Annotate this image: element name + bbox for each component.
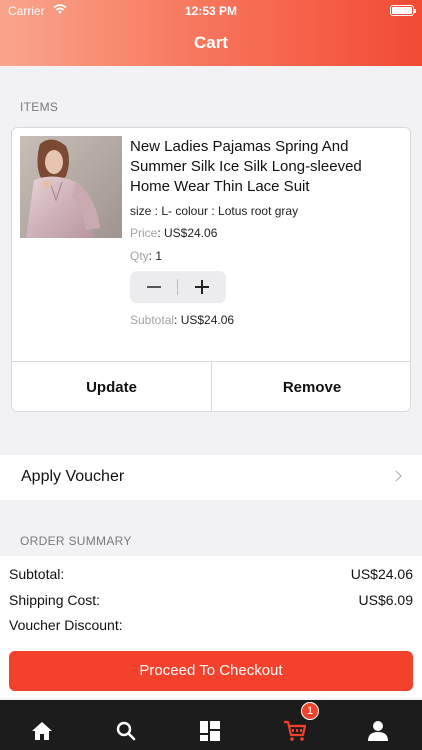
tab-search[interactable]: [84, 700, 168, 750]
apply-voucher-label: Apply Voucher: [21, 468, 125, 485]
qty-line: Qty: 1: [130, 249, 162, 263]
qty-value: : 1: [148, 249, 163, 263]
item-subtotal-label: Subtotal: [130, 313, 175, 327]
profile-icon: [368, 721, 388, 741]
summary-subtotal-value: US$24.06: [350, 566, 413, 582]
home-icon: [32, 722, 52, 740]
cart-count-badge: 1: [301, 702, 319, 720]
tab-cart[interactable]: [252, 700, 336, 750]
summary-shipping-row: Shipping Cost: US$6.09: [9, 592, 413, 608]
tab-bar: [0, 700, 422, 750]
card-actions: Update Remove: [12, 361, 410, 411]
product-title[interactable]: New Ladies Pajamas Spring And Summer Sil…: [130, 137, 398, 197]
summary-voucher-row: Voucher Discount:: [9, 617, 413, 633]
nav-bar: Cart: [0, 22, 422, 66]
tab-categories[interactable]: [168, 700, 252, 750]
clock: 12:53 PM: [184, 4, 238, 18]
tab-home[interactable]: [0, 700, 84, 750]
product-image[interactable]: [20, 136, 122, 238]
decrement-button[interactable]: [130, 271, 178, 303]
status-bar: Carrier 12:53 PM: [0, 0, 422, 22]
price-label: Price: [130, 226, 158, 240]
summary-shipping-label: Shipping Cost:: [9, 592, 101, 608]
update-button[interactable]: Update: [12, 362, 212, 411]
price-line: Price: US$24.06: [130, 226, 217, 240]
increment-button[interactable]: [178, 271, 226, 303]
chevron-right-icon: [390, 470, 402, 482]
cart-item-card: New Ladies Pajamas Spring And Summer Sil…: [11, 127, 411, 412]
proceed-to-checkout-button[interactable]: Proceed To Checkout: [9, 651, 413, 691]
categories-icon: [200, 721, 220, 741]
item-subtotal-value: : US$24.06: [174, 313, 235, 327]
summary-subtotal-label: Subtotal:: [9, 566, 65, 582]
order-summary-label: ORDER SUMMARY: [20, 534, 132, 548]
remove-button[interactable]: Remove: [212, 362, 410, 411]
summary-subtotal-row: Subtotal: US$24.06: [9, 566, 413, 582]
cart-icon: [284, 720, 307, 741]
price-value: : US$24.06: [157, 226, 218, 240]
page-title: Cart: [193, 33, 228, 52]
quantity-stepper[interactable]: [130, 271, 226, 303]
summary-voucher-label: Voucher Discount:: [9, 617, 123, 633]
apply-voucher-row[interactable]: Apply Voucher: [0, 455, 422, 500]
summary-shipping-value: US$6.09: [358, 592, 413, 608]
product-variant: size : L- colour : Lotus root gray: [130, 204, 299, 218]
search-icon: [116, 721, 136, 741]
item-subtotal-line: Subtotal: US$24.06: [130, 313, 234, 327]
items-section-label: ITEMS: [20, 100, 59, 114]
battery-icon: [390, 5, 416, 16]
tab-profile[interactable]: [336, 700, 420, 750]
qty-label: Qty: [130, 249, 149, 263]
